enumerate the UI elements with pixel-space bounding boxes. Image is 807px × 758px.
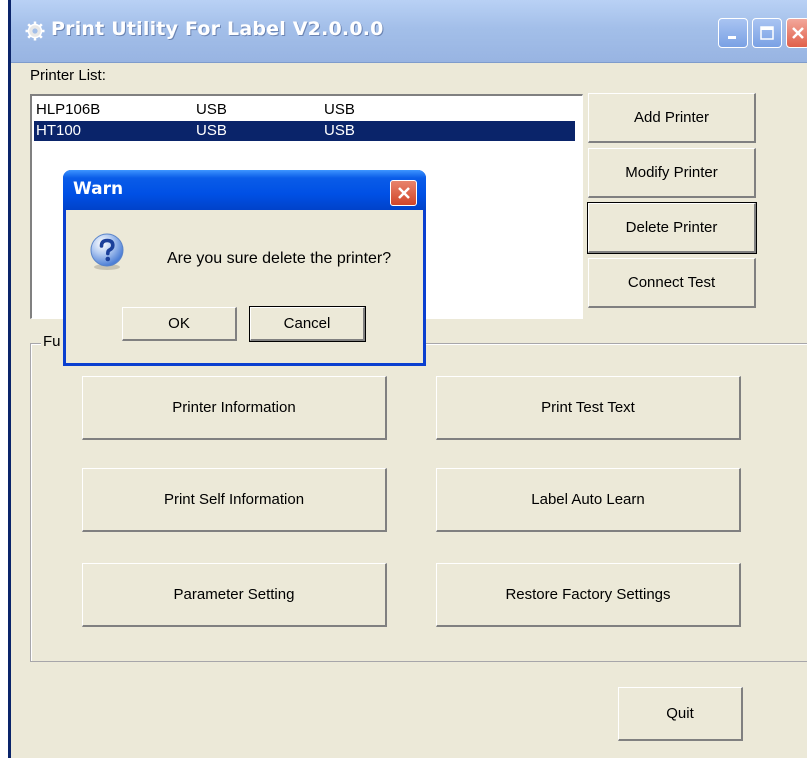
parameter-setting-button[interactable]: Parameter Setting (82, 563, 387, 627)
restore-factory-settings-button[interactable]: Restore Factory Settings (436, 563, 741, 627)
delete-printer-button[interactable]: Delete Printer (587, 202, 757, 254)
dialog-title: Warn (73, 179, 124, 199)
main-window: Print Utility For Label V2.0.0.0 Printer… (8, 0, 807, 758)
modify-printer-button[interactable]: Modify Printer (588, 148, 756, 198)
ok-button[interactable]: OK (122, 307, 237, 341)
printer-type: USB (324, 122, 355, 139)
close-button[interactable] (786, 18, 807, 48)
print-test-text-button[interactable]: Print Test Text (436, 376, 741, 440)
label-auto-learn-button[interactable]: Label Auto Learn (436, 468, 741, 532)
connect-test-button[interactable]: Connect Test (588, 258, 756, 308)
dialog-close-button[interactable] (390, 180, 417, 206)
maximize-icon (760, 26, 774, 40)
printer-information-button[interactable]: Printer Information (82, 376, 387, 440)
minimize-button[interactable] (718, 18, 748, 48)
printer-list-label: Printer List: (30, 67, 106, 84)
printer-row[interactable]: HLP106B USB USB (34, 100, 575, 120)
close-icon (397, 187, 410, 199)
print-self-information-button[interactable]: Print Self Information (82, 468, 387, 532)
printer-row-selected[interactable]: HT100 USB USB (34, 121, 575, 141)
close-icon (792, 27, 804, 39)
question-icon (90, 233, 124, 270)
cancel-button[interactable]: Cancel (249, 306, 366, 342)
quit-button[interactable]: Quit (618, 687, 743, 741)
dialog-title-bar[interactable]: Warn (63, 170, 426, 210)
printer-port: USB (196, 101, 227, 118)
printer-type: USB (324, 101, 355, 118)
gear-icon (25, 21, 45, 41)
printer-name: HT100 (36, 122, 82, 139)
warn-dialog: Warn Are you sure delete the printer? OK… (63, 170, 426, 366)
maximize-button[interactable] (752, 18, 782, 48)
add-printer-button[interactable]: Add Printer (588, 93, 756, 143)
dialog-message: Are you sure delete the printer? (167, 250, 392, 267)
title-bar[interactable]: Print Utility For Label V2.0.0.0 (11, 0, 807, 63)
minimize-icon (728, 36, 736, 39)
window-title: Print Utility For Label V2.0.0.0 (51, 18, 384, 40)
printer-name: HLP106B (36, 101, 101, 118)
printer-port: USB (196, 122, 227, 139)
function-group-label: Fu (41, 333, 63, 350)
